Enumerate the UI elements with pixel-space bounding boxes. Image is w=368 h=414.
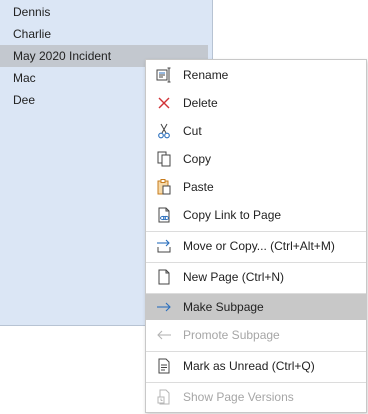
screen: Dennis Charlie May 2020 Incident Mac Dee… [0, 0, 368, 414]
menu-separator [146, 382, 366, 383]
copy-link-icon [155, 206, 173, 224]
menu-item-show-page-versions[interactable]: Show Page Versions [146, 384, 366, 410]
menu-item-label: Cut [183, 124, 202, 138]
page-versions-icon [155, 388, 173, 406]
menu-separator [146, 351, 366, 352]
menu-separator [146, 231, 366, 232]
page-item-charlie[interactable]: Charlie [0, 23, 208, 45]
menu-separator [146, 262, 366, 263]
arrow-left-icon [155, 326, 173, 344]
menu-item-cut[interactable]: Cut [146, 118, 366, 144]
menu-item-rename[interactable]: Rename [146, 62, 366, 88]
menu-item-label: Copy Link to Page [183, 208, 282, 222]
mark-unread-icon [155, 357, 173, 375]
copy-icon [155, 150, 173, 168]
menu-item-new-page[interactable]: New Page (Ctrl+N) [146, 264, 366, 290]
rename-icon [155, 66, 173, 84]
move-copy-icon [155, 237, 173, 255]
menu-item-label: Rename [183, 68, 229, 82]
menu-item-delete[interactable]: Delete [146, 90, 366, 116]
cut-icon [155, 122, 173, 140]
page-item-dennis[interactable]: Dennis [0, 1, 208, 23]
menu-item-label: Promote Subpage [183, 328, 280, 342]
new-page-icon [155, 268, 173, 286]
menu-item-label: New Page (Ctrl+N) [183, 270, 285, 284]
menu-item-label: Show Page Versions [183, 390, 294, 404]
menu-item-paste[interactable]: Paste [146, 174, 366, 200]
menu-item-label: Mark as Unread (Ctrl+Q) [183, 359, 315, 373]
menu-item-label: Delete [183, 96, 218, 110]
menu-item-mark-as-unread[interactable]: Mark as Unread (Ctrl+Q) [146, 353, 366, 379]
menu-item-label: Copy [183, 152, 212, 166]
menu-item-label: Paste [183, 180, 214, 194]
paste-icon [155, 178, 173, 196]
menu-item-label: Make Subpage [183, 300, 264, 314]
menu-item-label: Move or Copy... (Ctrl+Alt+M) [183, 239, 335, 253]
page-context-menu: Rename Delete Cut Copy Paste Copy Link t… [145, 59, 367, 413]
menu-item-promote-subpage[interactable]: Promote Subpage [146, 322, 366, 348]
menu-item-copy-link-to-page[interactable]: Copy Link to Page [146, 202, 366, 228]
arrow-right-icon [155, 298, 173, 316]
menu-item-make-subpage[interactable]: Make Subpage [146, 294, 366, 320]
delete-icon [155, 94, 173, 112]
menu-item-copy[interactable]: Copy [146, 146, 366, 172]
menu-item-move-or-copy[interactable]: Move or Copy... (Ctrl+Alt+M) [146, 233, 366, 259]
